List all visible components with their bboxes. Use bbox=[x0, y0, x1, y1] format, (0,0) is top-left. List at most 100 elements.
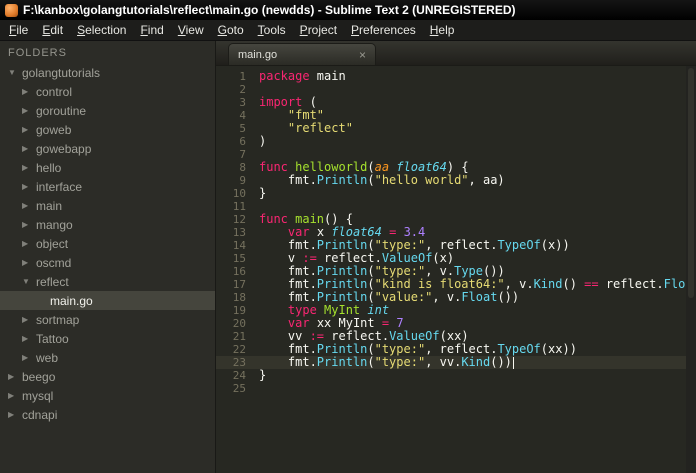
code-line-5[interactable]: 5 "reflect" bbox=[216, 121, 696, 136]
tab-main-go[interactable]: main.go × bbox=[228, 43, 376, 65]
menu-item-view[interactable]: View bbox=[171, 21, 211, 39]
tree-item-mysql[interactable]: ▶ mysql bbox=[0, 386, 215, 405]
tree-item-golangtutorials[interactable]: ▼ golangtutorials bbox=[0, 63, 215, 82]
line-number: 15 bbox=[232, 252, 246, 265]
code-line-25[interactable]: 25 bbox=[216, 382, 696, 395]
code-line-1[interactable]: 1 package main bbox=[216, 69, 696, 84]
chevron-down-icon[interactable]: ▼ bbox=[8, 68, 22, 77]
tree-item-hello[interactable]: ▶ hello bbox=[0, 158, 215, 177]
tree-item-tattoo[interactable]: ▶ Tattoo bbox=[0, 329, 215, 348]
tree-item-label: mango bbox=[36, 217, 73, 232]
line-number: 2 bbox=[239, 83, 246, 96]
line-number: 3 bbox=[239, 96, 246, 109]
tree-item-goroutine[interactable]: ▶ goroutine bbox=[0, 101, 215, 120]
app-icon bbox=[5, 3, 18, 17]
chevron-down-icon[interactable]: ▼ bbox=[22, 277, 36, 286]
chevron-right-icon[interactable]: ▶ bbox=[22, 87, 36, 96]
tree-item-label: sortmap bbox=[36, 312, 80, 327]
tree-item-sortmap[interactable]: ▶ sortmap bbox=[0, 310, 215, 329]
line-number: 10 bbox=[232, 187, 246, 200]
code-line-24[interactable]: 24} bbox=[216, 368, 696, 383]
chevron-right-icon[interactable]: ▶ bbox=[22, 182, 36, 191]
tree-item-label: goweb bbox=[36, 122, 72, 137]
folders-header: FOLDERS bbox=[8, 47, 67, 59]
editor-pane: main.go × 1 package main 2 3 import (4 "fmt"… bbox=[216, 41, 696, 473]
vertical-scrollbar[interactable] bbox=[686, 66, 696, 473]
window-title: F:\kanbox\golangtutorials\reflect\main.g… bbox=[23, 3, 516, 17]
tree-item-label: hello bbox=[36, 160, 62, 175]
tree-item-mango[interactable]: ▶ mango bbox=[0, 215, 215, 234]
line-number: 19 bbox=[232, 304, 246, 317]
menu-item-find[interactable]: Find bbox=[133, 21, 170, 39]
menu-item-help[interactable]: Help bbox=[423, 21, 462, 39]
tree-item-web[interactable]: ▶ web bbox=[0, 348, 215, 367]
tree-item-label: oscmd bbox=[36, 255, 72, 270]
code-area[interactable]: 1 package main 2 3 import (4 "fmt" 5 "reflect… bbox=[216, 66, 696, 473]
code-text: package main bbox=[259, 69, 346, 83]
code-text: } bbox=[259, 368, 267, 382]
line-number: 25 bbox=[232, 382, 246, 395]
menu-item-goto[interactable]: Goto bbox=[211, 21, 251, 39]
sidebar: FOLDERS ▼ golangtutorials ▶ control ▶ gorouti… bbox=[0, 41, 216, 473]
menu-item-selection[interactable]: Selection bbox=[70, 21, 133, 39]
tree-item-gowebapp[interactable]: ▶ gowebapp bbox=[0, 139, 215, 158]
line-number: 20 bbox=[232, 317, 246, 330]
code-text: } bbox=[259, 186, 267, 200]
tree-item-label: gowebapp bbox=[36, 141, 92, 156]
line-number: 8 bbox=[239, 161, 246, 174]
chevron-right-icon[interactable]: ▶ bbox=[22, 220, 36, 229]
tree-item-label: goroutine bbox=[36, 103, 87, 118]
line-number: 6 bbox=[239, 135, 246, 148]
line-number: 17 bbox=[232, 278, 246, 291]
menu-item-tools[interactable]: Tools bbox=[251, 21, 293, 39]
tree-item-interface[interactable]: ▶ interface bbox=[0, 177, 215, 196]
chevron-right-icon[interactable]: ▶ bbox=[22, 315, 36, 324]
tree-item-goweb[interactable]: ▶ goweb bbox=[0, 120, 215, 139]
code-lines: 1 package main 2 3 import (4 "fmt" 5 "reflect… bbox=[216, 70, 696, 395]
chevron-right-icon[interactable]: ▶ bbox=[22, 201, 36, 210]
line-number: 23 bbox=[232, 356, 246, 369]
chevron-right-icon[interactable]: ▶ bbox=[22, 106, 36, 115]
chevron-right-icon[interactable]: ▶ bbox=[8, 372, 22, 381]
menu-item-edit[interactable]: Edit bbox=[35, 21, 70, 39]
code-line-9[interactable]: 9 fmt.Println("hello world", aa) bbox=[216, 174, 696, 188]
chevron-right-icon[interactable]: ▶ bbox=[22, 334, 36, 343]
code-line-23[interactable]: 23 fmt.Println("type:", vv.Kind()) bbox=[216, 356, 696, 369]
line-number: 12 bbox=[232, 213, 246, 226]
tree-item-reflect[interactable]: ▼ reflect bbox=[0, 272, 215, 291]
tree-item-label: web bbox=[36, 350, 59, 365]
menu-item-project[interactable]: Project bbox=[293, 21, 344, 39]
tree-item-oscmd[interactable]: ▶ oscmd bbox=[0, 253, 215, 272]
tree-item-label: control bbox=[36, 84, 73, 99]
chevron-right-icon[interactable]: ▶ bbox=[22, 353, 36, 362]
chevron-right-icon[interactable]: ▶ bbox=[22, 258, 36, 267]
code-text: fmt.Println("type:", vv.Kind()) bbox=[259, 355, 514, 369]
code-line-10[interactable]: 10} bbox=[216, 186, 696, 201]
sublime-text-window: F:\kanbox\golangtutorials\reflect\main.g… bbox=[0, 0, 696, 473]
chevron-right-icon[interactable]: ▶ bbox=[22, 163, 36, 172]
line-number: 18 bbox=[232, 291, 246, 304]
chevron-right-icon[interactable]: ▶ bbox=[22, 144, 36, 153]
tree-item-control[interactable]: ▶ control bbox=[0, 82, 215, 101]
tree-item-main[interactable]: ▶ main bbox=[0, 196, 215, 215]
chevron-right-icon[interactable]: ▶ bbox=[8, 410, 22, 419]
menu-item-preferences[interactable]: Preferences bbox=[344, 21, 423, 39]
line-number: 5 bbox=[239, 122, 246, 135]
close-icon[interactable]: × bbox=[359, 49, 366, 61]
chevron-right-icon[interactable]: ▶ bbox=[8, 391, 22, 400]
line-number: 9 bbox=[239, 174, 246, 187]
code-text: "reflect" bbox=[287, 121, 353, 135]
tree-item-label: beego bbox=[22, 369, 56, 384]
tree-item-beego[interactable]: ▶ beego bbox=[0, 367, 215, 386]
chevron-right-icon[interactable]: ▶ bbox=[22, 239, 36, 248]
chevron-right-icon[interactable]: ▶ bbox=[22, 125, 36, 134]
tree-item-label: mysql bbox=[22, 388, 54, 403]
menu-bar: File Edit Selection Find View Goto Tools Projec… bbox=[0, 20, 696, 41]
menu-item-file[interactable]: File bbox=[2, 21, 35, 39]
title-bar[interactable]: F:\kanbox\golangtutorials\reflect\main.g… bbox=[0, 0, 696, 20]
tree-item-object[interactable]: ▶ object bbox=[0, 234, 215, 253]
tree-item-cdnapi[interactable]: ▶ cdnapi bbox=[0, 405, 215, 424]
scrollbar-thumb[interactable] bbox=[688, 68, 694, 298]
tree-item-main-go[interactable]: main.go bbox=[0, 291, 215, 310]
code-line-6[interactable]: 6) bbox=[216, 135, 696, 149]
